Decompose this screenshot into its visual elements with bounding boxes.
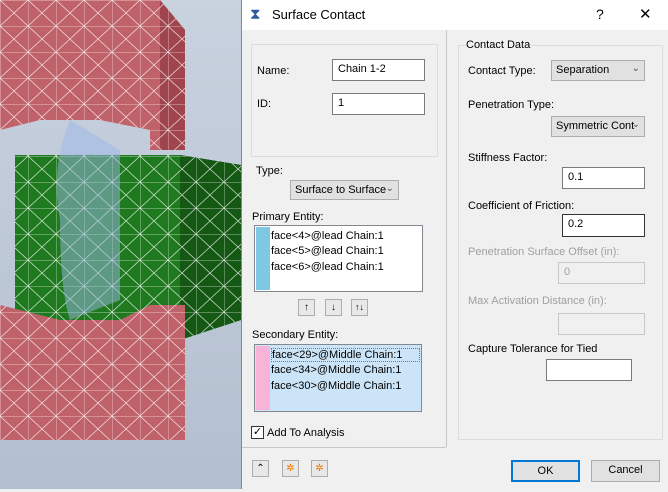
name-label: Name: — [257, 65, 290, 77]
add-to-analysis-checkbox[interactable]: ✓ — [251, 426, 264, 439]
secondary-entity-list[interactable]: face<29>@Middle Chain:1 face<34>@Middle … — [254, 344, 422, 412]
penetration-type-select[interactable]: Symmetric Cont ⌄ — [551, 116, 645, 137]
primary-entity-label: Primary Entity: — [252, 211, 324, 223]
app-icon: ⧗ — [250, 6, 261, 23]
secondary-entity-label: Secondary Entity: — [252, 329, 339, 341]
contact-type-label: Contact Type: — [468, 65, 536, 77]
mesh-model — [0, 0, 241, 440]
highlight-all-icon[interactable]: ✲ — [311, 460, 328, 477]
close-button[interactable]: ✕ — [639, 5, 652, 23]
max-activation-label: Max Activation Distance (in): — [468, 295, 607, 307]
list-item[interactable]: face<4>@lead Chain:1 — [271, 230, 384, 242]
contact-data-title: Contact Data — [465, 39, 532, 51]
chevron-down-icon: ⌄ — [385, 183, 394, 194]
id-input[interactable]: 1 — [332, 93, 425, 115]
penetration-type-value: Symmetric Cont — [556, 120, 635, 132]
penetration-offset-label: Penetration Surface Offset (in): — [468, 246, 620, 258]
divider — [446, 30, 447, 447]
max-activation-input[interactable] — [558, 313, 645, 335]
cancel-button[interactable]: Cancel — [591, 460, 660, 482]
chevron-down-icon: ⌄ — [631, 63, 640, 74]
move-up-button[interactable]: ↑ — [298, 299, 315, 316]
move-down-button[interactable]: ↓ — [325, 299, 342, 316]
ok-button[interactable]: OK — [511, 460, 580, 482]
list-item[interactable]: face<5>@lead Chain:1 — [271, 245, 384, 257]
primary-color-swatch — [256, 227, 270, 290]
collapse-icon[interactable]: ⌃ — [252, 460, 269, 477]
penetration-offset-input[interactable]: 0 — [558, 262, 645, 284]
name-input[interactable]: Chain 1-2 — [332, 59, 425, 81]
divider — [242, 447, 446, 448]
list-item[interactable]: face<34>@Middle Chain:1 — [271, 364, 401, 376]
chevron-down-icon: ⌄ — [631, 119, 640, 130]
surface-contact-dialog: ⧗ Surface Contact ? ✕ Name: Chain 1-2 ID… — [241, 0, 668, 489]
capture-tolerance-label: Capture Tolerance for Tied — [468, 343, 598, 355]
friction-label: Coefficient of Friction: — [468, 200, 575, 212]
title-bar: ⧗ Surface Contact ? ✕ — [242, 0, 668, 30]
type-value: Surface to Surface — [295, 184, 387, 196]
stiffness-label: Stiffness Factor: — [468, 152, 548, 164]
contact-type-value: Separation — [556, 64, 610, 76]
help-button[interactable]: ? — [596, 6, 604, 22]
highlight-icon[interactable]: ✲ — [282, 460, 299, 477]
stiffness-input[interactable]: 0.1 — [562, 167, 645, 189]
3d-viewport[interactable] — [0, 0, 241, 489]
primary-entity-list[interactable]: face<4>@lead Chain:1 face<5>@lead Chain:… — [254, 225, 423, 292]
list-item[interactable]: face<6>@lead Chain:1 — [271, 261, 384, 273]
add-to-analysis-label: Add To Analysis — [267, 427, 345, 439]
type-label: Type: — [256, 165, 283, 177]
secondary-color-swatch — [256, 346, 270, 410]
id-label: ID: — [257, 98, 272, 110]
list-item[interactable]: face<30>@Middle Chain:1 — [271, 380, 401, 392]
swap-button[interactable]: ↑↓ — [351, 299, 368, 316]
friction-input[interactable]: 0.2 — [562, 214, 645, 237]
type-select[interactable]: Surface to Surface ⌄ — [290, 180, 399, 200]
list-item[interactable]: face<29>@Middle Chain:1 — [271, 348, 420, 362]
dialog-title: Surface Contact — [272, 7, 366, 22]
penetration-type-label: Penetration Type: — [468, 99, 555, 111]
contact-type-select[interactable]: Separation ⌄ — [551, 60, 645, 81]
capture-tolerance-input[interactable] — [546, 359, 632, 381]
